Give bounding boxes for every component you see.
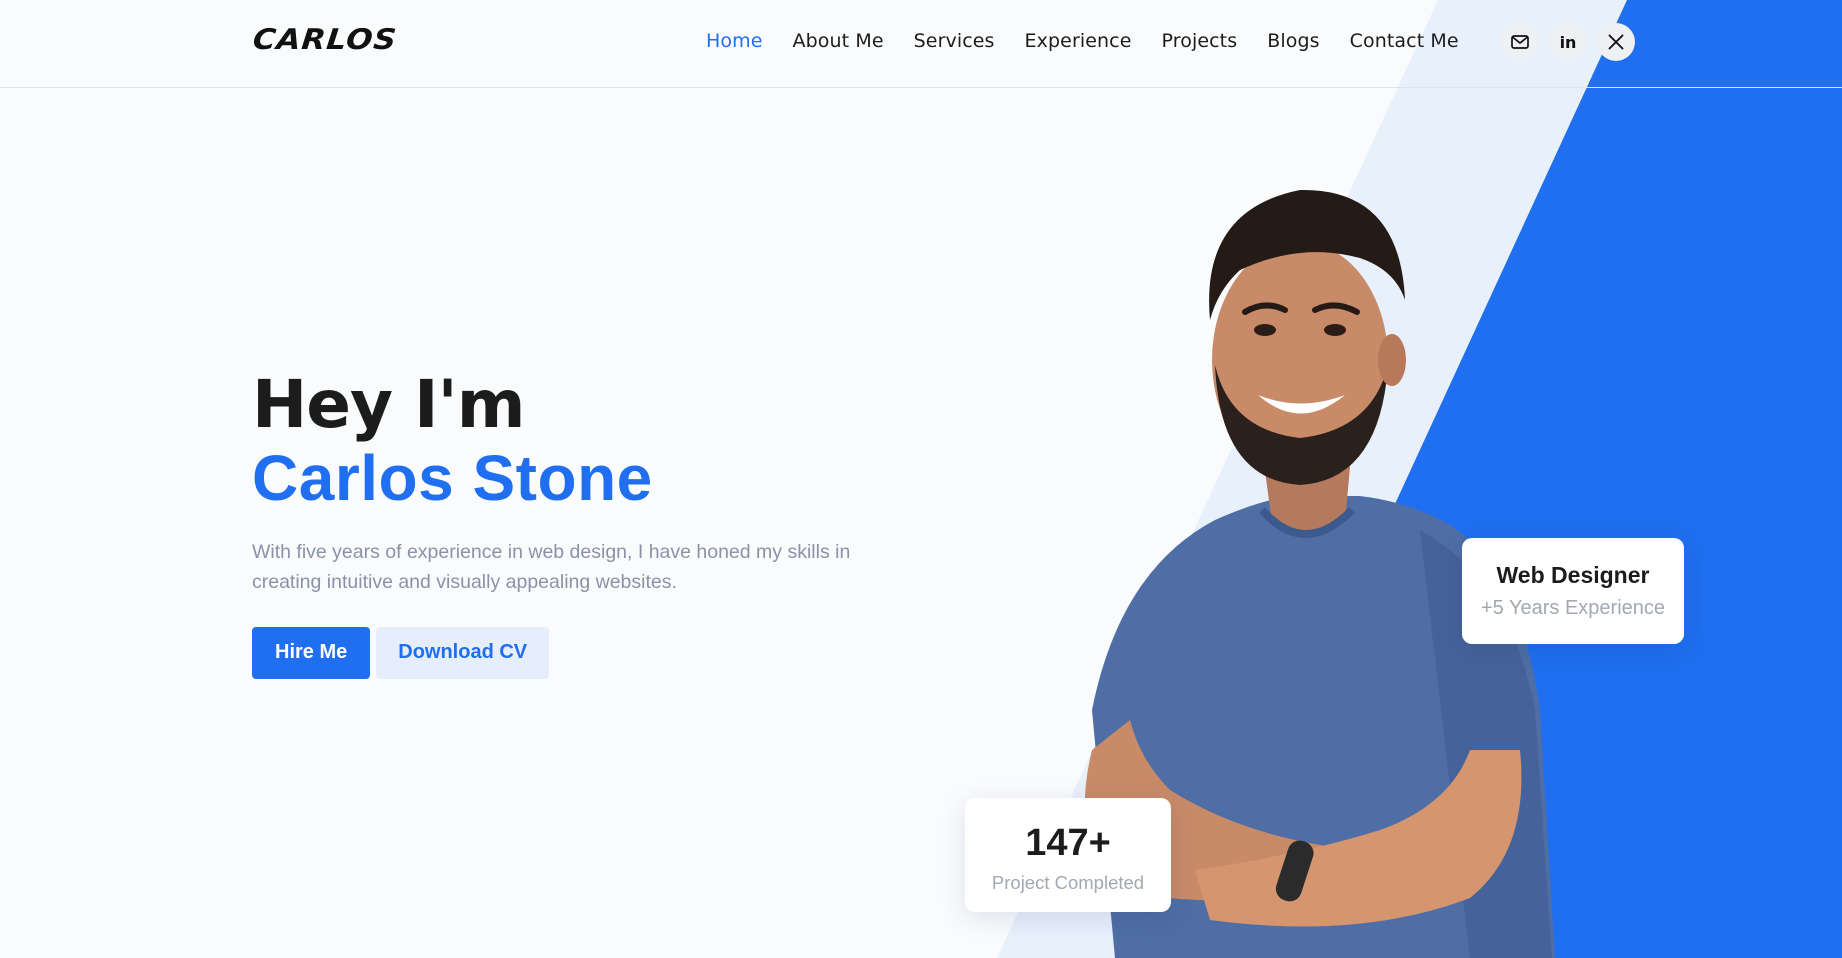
- projects-stat-card: 147+ Project Completed: [965, 798, 1171, 912]
- site-logo[interactable]: CARLOS: [251, 23, 398, 56]
- nav-about-me[interactable]: About Me: [793, 30, 884, 52]
- left-eye: [1254, 324, 1276, 336]
- hero-greeting: Hey I'm: [252, 366, 526, 443]
- page: CARLOS Home About Me Services Experience…: [0, 0, 1842, 958]
- nav-projects[interactable]: Projects: [1162, 30, 1238, 52]
- hire-me-button[interactable]: Hire Me: [252, 626, 371, 679]
- hero-name: Carlos Stone: [252, 441, 653, 514]
- x-icon[interactable]: [1597, 23, 1635, 61]
- mail-icon[interactable]: [1501, 23, 1539, 61]
- hero-section: Hey I'm Carlos Stone With five years of …: [252, 368, 912, 679]
- ear: [1378, 334, 1406, 386]
- site-header: CARLOS Home About Me Services Experience…: [0, 0, 1842, 88]
- main-nav: Home About Me Services Experience Projec…: [706, 30, 1489, 52]
- nav-contact-me[interactable]: Contact Me: [1350, 30, 1459, 52]
- nav-services[interactable]: Services: [914, 30, 995, 52]
- download-cv-button[interactable]: Download CV: [376, 626, 550, 679]
- nav-experience[interactable]: Experience: [1025, 30, 1132, 52]
- role-card: Web Designer +5 Years Experience: [1462, 538, 1684, 644]
- role-experience: +5 Years Experience: [1480, 597, 1666, 619]
- nav-home[interactable]: Home: [706, 30, 763, 52]
- hero-description: With five years of experience in web des…: [252, 540, 851, 593]
- projects-label: Project Completed: [991, 872, 1145, 893]
- projects-count: 147+: [1025, 822, 1111, 864]
- linkedin-label: in: [1559, 32, 1577, 52]
- role-title: Web Designer: [1496, 562, 1650, 588]
- social-links: in: [1501, 23, 1635, 61]
- hero-buttons: Hire Me Download CV: [252, 626, 912, 679]
- nav-blogs[interactable]: Blogs: [1267, 30, 1319, 52]
- linkedin-icon[interactable]: in: [1549, 23, 1587, 61]
- right-eye: [1324, 324, 1346, 336]
